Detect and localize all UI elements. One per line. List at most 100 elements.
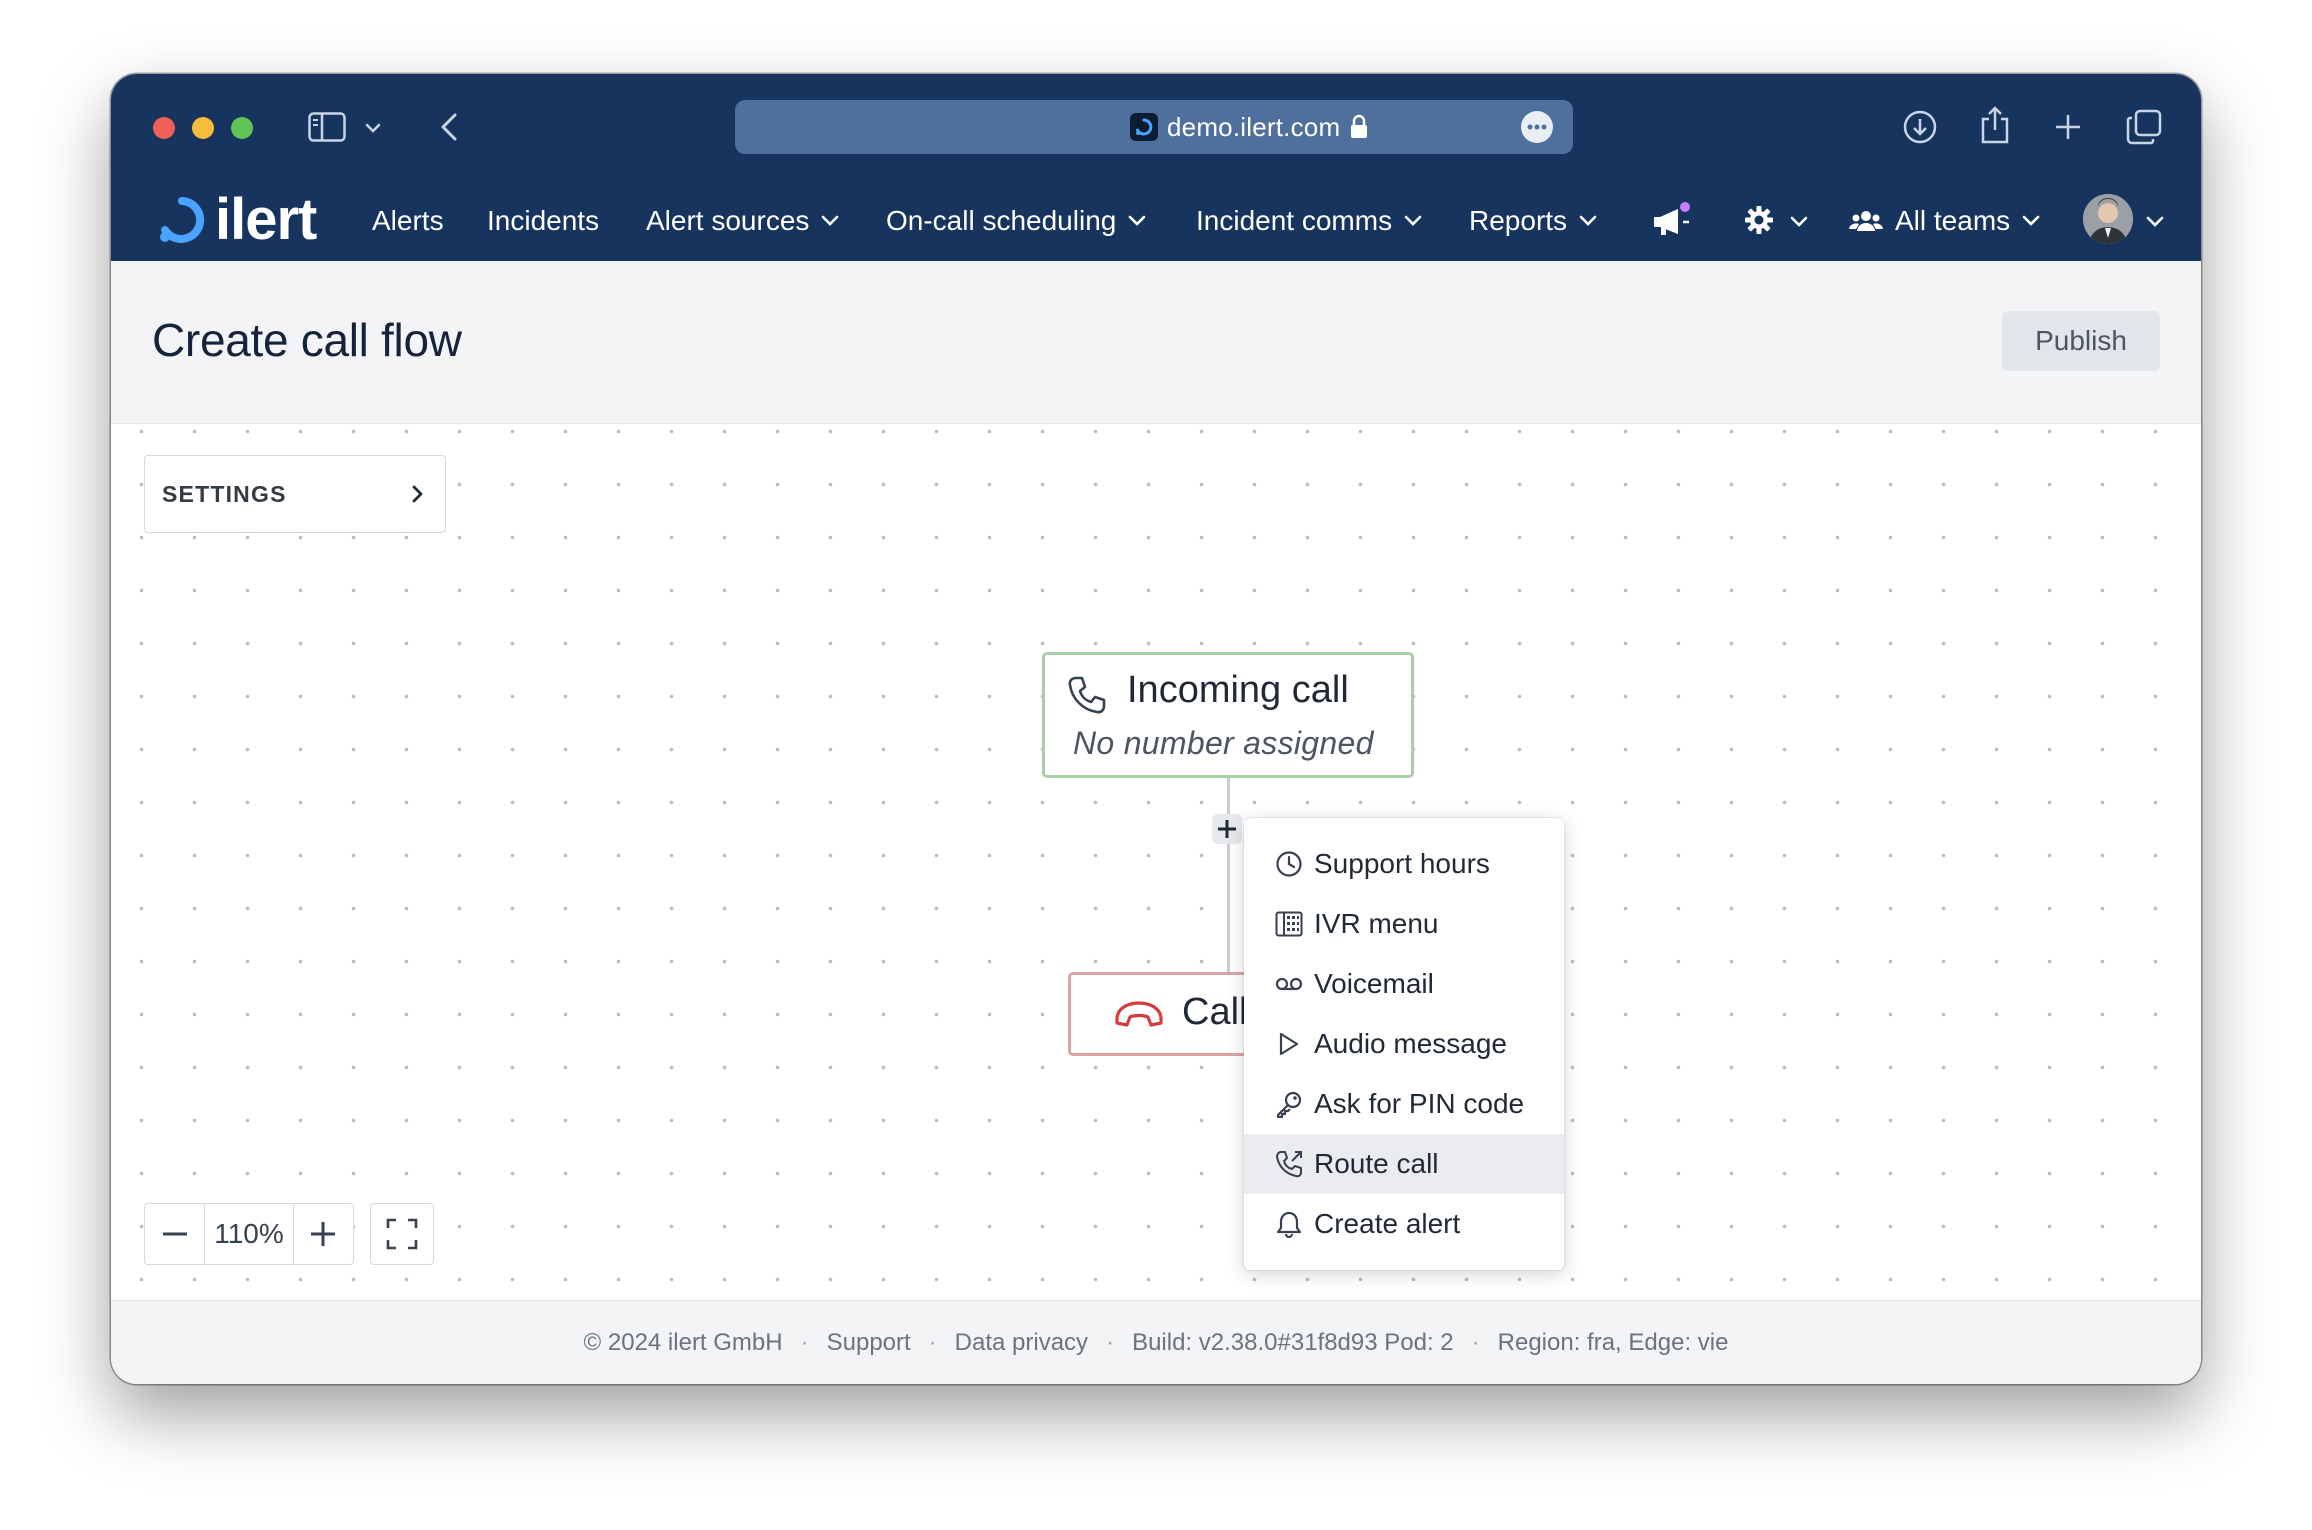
page-footer: © 2024 ilert GmbH · Support · Data priva… bbox=[111, 1300, 2201, 1384]
footer-separator: · bbox=[1471, 1329, 1480, 1356]
nav-on-call-scheduling[interactable]: On-call scheduling bbox=[886, 180, 1146, 261]
close-window-button[interactable] bbox=[153, 117, 175, 139]
chevron-down-icon bbox=[1128, 215, 1146, 226]
nav-alerts[interactable]: Alerts bbox=[372, 180, 444, 261]
chevron-down-icon bbox=[2022, 215, 2040, 226]
nav-reports[interactable]: Reports bbox=[1469, 180, 1597, 261]
ilert-logo[interactable]: ilert bbox=[155, 187, 317, 252]
clock-icon bbox=[1274, 849, 1304, 879]
dropdown-item-label: Create alert bbox=[1314, 1208, 1461, 1239]
footer-support-link[interactable]: Support bbox=[827, 1329, 911, 1357]
fullscreen-icon bbox=[386, 1218, 418, 1250]
footer-build-info: Build: v2.38.0#31f8d93 Pod: 2 bbox=[1132, 1329, 1454, 1356]
new-tab-icon[interactable] bbox=[2051, 110, 2085, 144]
zoom-controls: 110% bbox=[144, 1203, 354, 1265]
zoom-level: 110% bbox=[204, 1204, 294, 1264]
dropdown-item-create-alert[interactable]: Create alert bbox=[1244, 1194, 1564, 1254]
plus-icon bbox=[1218, 820, 1236, 838]
user-menu-chevron-down-icon[interactable] bbox=[2145, 215, 2165, 227]
nav-alerts-label: Alerts bbox=[372, 204, 444, 236]
browser-titlebar: demo.ilert.com bbox=[111, 74, 2201, 180]
back-icon[interactable] bbox=[437, 110, 461, 144]
footer-copyright: © 2024 ilert GmbH bbox=[583, 1329, 783, 1356]
page-header: Create call flow Publish bbox=[111, 261, 2201, 424]
dropdown-item-ask-for-pin-code[interactable]: Ask for PIN code bbox=[1244, 1074, 1564, 1134]
nav-incidents-label: Incidents bbox=[487, 204, 600, 236]
dropdown-item-label: IVR menu bbox=[1314, 908, 1439, 939]
nav-alert-sources[interactable]: Alert sources bbox=[646, 180, 839, 261]
share-icon[interactable] bbox=[1977, 104, 2013, 146]
incoming-call-title: Incoming call bbox=[1127, 669, 1349, 711]
team-selector[interactable]: All teams bbox=[1849, 180, 2040, 261]
dropdown-item-label: Ask for PIN code bbox=[1314, 1088, 1525, 1119]
voicemail-icon bbox=[1274, 969, 1304, 999]
nav-incident-comms-label: Incident comms bbox=[1196, 204, 1393, 236]
dropdown-item-label: Audio message bbox=[1314, 1028, 1508, 1059]
logo-mark-icon bbox=[160, 197, 205, 243]
play-icon bbox=[1274, 1029, 1304, 1059]
zoom-in-button[interactable] bbox=[294, 1204, 353, 1264]
lock-icon bbox=[1347, 112, 1371, 142]
dropdown-item-route-call[interactable]: Route call bbox=[1244, 1134, 1564, 1194]
settings-label: SETTINGS bbox=[162, 480, 287, 507]
app-navbar: ilert Alerts Incidents Alert sources On-… bbox=[111, 180, 2201, 261]
flow-connector-line bbox=[1227, 778, 1230, 1004]
maximize-window-button[interactable] bbox=[231, 117, 253, 139]
announcements-megaphone-icon[interactable] bbox=[1649, 200, 1693, 240]
minimize-window-button[interactable] bbox=[192, 117, 214, 139]
dropdown-item-label: Voicemail bbox=[1314, 968, 1434, 999]
address-bar[interactable]: demo.ilert.com bbox=[735, 100, 1573, 154]
add-step-button[interactable] bbox=[1212, 814, 1242, 844]
incoming-call-subtitle: No number assigned bbox=[1073, 725, 1374, 761]
page-title: Create call flow bbox=[152, 314, 462, 366]
incoming-call-node[interactable]: Incoming call No number assigned bbox=[1042, 652, 1414, 778]
hang-up-phone-icon bbox=[1113, 999, 1165, 1029]
fit-view-button[interactable] bbox=[370, 1203, 434, 1265]
footer-region-info: Region: fra, Edge: vie bbox=[1497, 1329, 1729, 1356]
phone-icon bbox=[1067, 675, 1107, 715]
browser-window: demo.ilert.com ilert Alerts Incidents Al… bbox=[111, 74, 2201, 1384]
settings-chevron-down-icon[interactable] bbox=[1789, 215, 1809, 227]
sidebar-toggle-icon[interactable] bbox=[307, 110, 347, 144]
phone-forward-icon bbox=[1274, 1149, 1304, 1179]
zoom-out-button[interactable] bbox=[145, 1204, 204, 1264]
key-icon bbox=[1274, 1089, 1304, 1119]
url-text: demo.ilert.com bbox=[1167, 112, 1341, 142]
dropdown-item-voicemail[interactable]: Voicemail bbox=[1244, 954, 1564, 1014]
chevron-down-icon bbox=[821, 215, 839, 226]
keypad-icon bbox=[1274, 909, 1304, 939]
dropdown-item-label: Support hours bbox=[1314, 848, 1490, 879]
nav-reports-label: Reports bbox=[1469, 204, 1568, 236]
settings-gear-icon[interactable] bbox=[1741, 202, 1777, 238]
call-end-label: Call bbox=[1182, 991, 1248, 1033]
minus-icon bbox=[162, 1232, 187, 1236]
nav-incident-comms[interactable]: Incident comms bbox=[1196, 180, 1422, 261]
footer-separator: · bbox=[928, 1329, 937, 1356]
chevron-down-icon bbox=[1404, 215, 1422, 226]
site-favicon-icon bbox=[1130, 113, 1158, 141]
footer-separator: · bbox=[800, 1329, 809, 1356]
dropdown-item-audio-message[interactable]: Audio message bbox=[1244, 1014, 1564, 1074]
settings-panel-toggle[interactable]: SETTINGS bbox=[144, 455, 446, 533]
add-step-dropdown: Support hours IVR menu Voicemail Audio m… bbox=[1244, 818, 1564, 1270]
publish-button[interactable]: Publish bbox=[2002, 311, 2160, 371]
chevron-right-icon bbox=[411, 484, 423, 504]
team-selector-label: All teams bbox=[1895, 204, 2011, 236]
call-end-node[interactable]: Call bbox=[1068, 972, 1268, 1056]
users-icon bbox=[1849, 209, 1883, 233]
user-avatar[interactable] bbox=[2083, 194, 2133, 244]
plus-icon bbox=[311, 1222, 336, 1246]
logo-text: ilert bbox=[215, 187, 317, 252]
chevron-down-icon bbox=[1579, 215, 1597, 226]
nav-on-call-scheduling-label: On-call scheduling bbox=[886, 204, 1117, 236]
nav-incidents[interactable]: Incidents bbox=[487, 180, 599, 261]
footer-privacy-link[interactable]: Data privacy bbox=[955, 1329, 1088, 1357]
call-flow-canvas[interactable]: SETTINGS Incoming call No number assigne… bbox=[111, 424, 2201, 1300]
page-options-icon[interactable] bbox=[1521, 111, 1553, 143]
download-icon[interactable] bbox=[1901, 108, 1939, 146]
dropdown-item-ivr-menu[interactable]: IVR menu bbox=[1244, 894, 1564, 954]
bell-icon bbox=[1274, 1209, 1304, 1239]
tab-overview-icon[interactable] bbox=[2125, 108, 2163, 146]
dropdown-item-support-hours[interactable]: Support hours bbox=[1244, 834, 1564, 894]
sidebar-menu-chevron-icon[interactable] bbox=[363, 118, 383, 138]
